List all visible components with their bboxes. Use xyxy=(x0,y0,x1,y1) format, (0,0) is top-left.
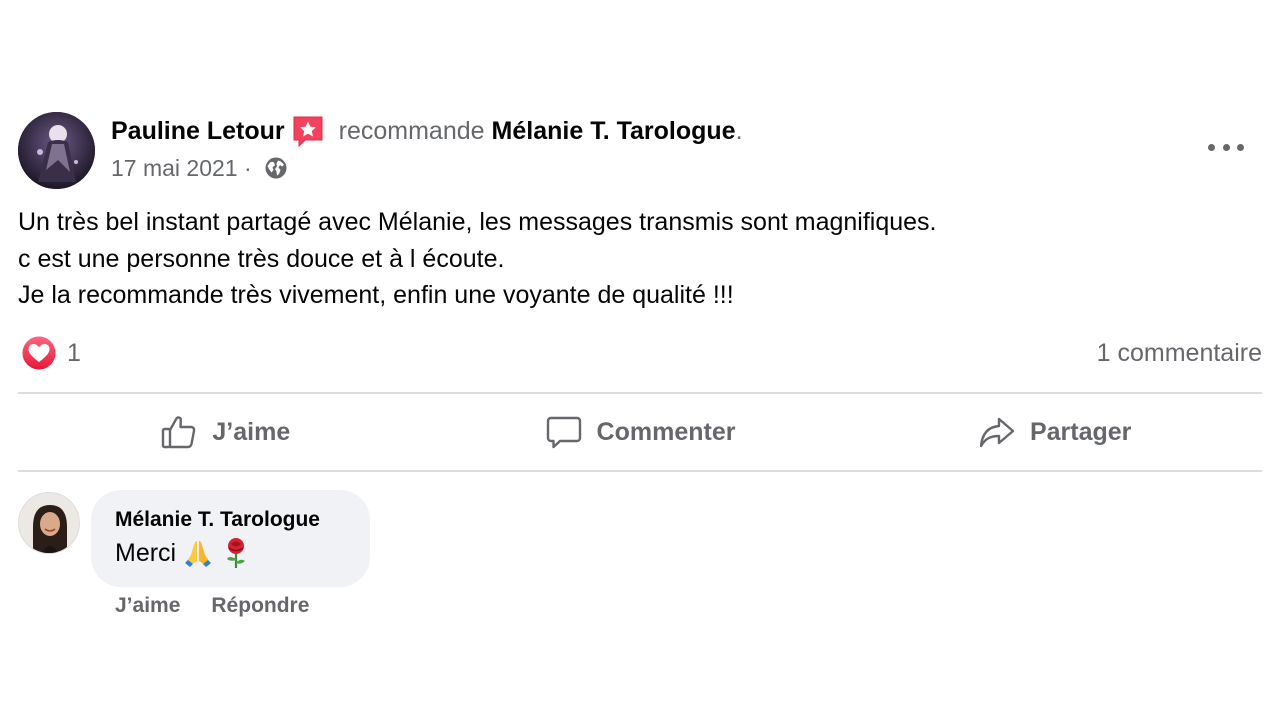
comment-actions: J’aime Répondre xyxy=(115,592,309,620)
more-dot-icon xyxy=(1237,143,1244,151)
post-header: Pauline Letour recommande Mélanie T. Tar… xyxy=(18,112,1262,192)
author-avatar[interactable] xyxy=(18,112,95,189)
more-options-button[interactable] xyxy=(1208,136,1244,158)
more-dot-icon xyxy=(1222,143,1230,151)
comment-icon xyxy=(546,416,581,449)
more-dot-icon xyxy=(1208,143,1215,151)
post-body-line: Je la recommande très vivement, enfin un… xyxy=(18,281,734,309)
share-icon xyxy=(979,417,1015,448)
commenter-name[interactable]: Mélanie T. Tarologue xyxy=(115,506,346,534)
comment-button[interactable]: Commenter xyxy=(433,394,848,470)
comment-bubble: Mélanie T. Tarologue Merci xyxy=(91,490,370,587)
meta-separator: · xyxy=(237,155,259,181)
comment-count-link[interactable]: 1 commentaire xyxy=(1097,336,1262,370)
comment-message: Merci xyxy=(115,539,177,567)
post-actions-bar: J’aime Commenter Partager xyxy=(18,394,1262,470)
page-name[interactable]: Mélanie T. Tarologue xyxy=(492,114,736,148)
share-label: Partager xyxy=(1029,417,1132,446)
post-body: Un très bel instant partagé avec Mélanie… xyxy=(18,204,937,314)
share-button[interactable]: Partager xyxy=(847,394,1262,470)
post-date[interactable]: 17 mai 2021 xyxy=(111,152,238,184)
recommend-verb: recommande xyxy=(338,117,485,145)
comment-reply-button[interactable]: Répondre xyxy=(211,592,309,620)
folded-hands-icon xyxy=(185,541,212,567)
comment-like-button[interactable]: J’aime xyxy=(115,592,180,620)
post-body-line: c est une personne très douce et à l éco… xyxy=(18,244,505,273)
reactions-summary: 1 1 commentaire xyxy=(18,334,1262,374)
like-button[interactable]: J’aime xyxy=(18,394,433,470)
thumbs-up-icon xyxy=(162,416,196,449)
reaction-count[interactable]: 1 xyxy=(67,336,81,370)
post-body-line: Un très bel instant partagé avec Mélanie… xyxy=(18,208,937,236)
rose-icon xyxy=(227,538,246,568)
comment-label: Commenter xyxy=(596,417,736,446)
post-card: Pauline Letour recommande Mélanie T. Tar… xyxy=(18,112,1262,617)
post-meta: 17 mai 2021 · xyxy=(111,152,743,184)
title-end-dot: . xyxy=(735,117,743,145)
divider xyxy=(18,470,1262,472)
post-title-line: Pauline Letour recommande Mélanie T. Tar… xyxy=(111,114,743,148)
recommendation-icon xyxy=(293,116,323,148)
author-name[interactable]: Pauline Letour xyxy=(111,114,285,148)
heart-icon[interactable] xyxy=(21,335,57,371)
comment-text: Merci xyxy=(115,536,346,570)
like-label: J’aime xyxy=(212,417,291,446)
globe-icon xyxy=(265,157,287,179)
commenter-avatar[interactable] xyxy=(18,492,80,554)
